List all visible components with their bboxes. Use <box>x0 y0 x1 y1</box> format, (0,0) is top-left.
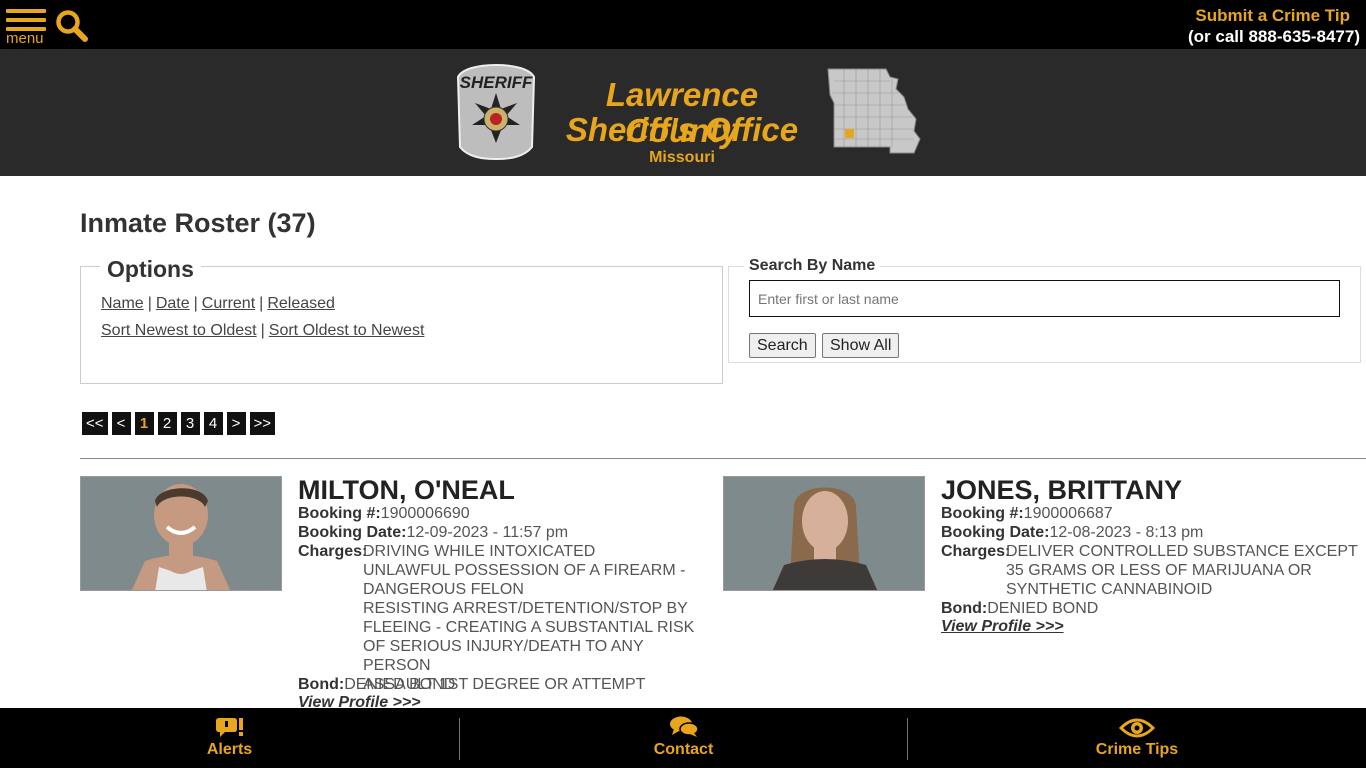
show-all-button[interactable]: Show All <box>822 333 900 358</box>
charges-list: DELIVER CONTROLLED SUBSTANCE EXCEPT 35 G… <box>1006 542 1358 599</box>
pager-last[interactable]: >> <box>249 412 276 435</box>
site-state: Missouri <box>649 149 715 166</box>
bond-label: Bond: <box>941 600 988 617</box>
booking-date-label: Booking Date: <box>298 524 407 541</box>
booking-date: Booking Date:12-08-2023 - 8:13 pm <box>941 523 1203 542</box>
divider <box>80 458 1366 459</box>
charge-item: DRIVING WHILE INTOXICATED <box>363 543 596 560</box>
bond-label: Bond: <box>298 676 345 693</box>
sort-newest-link[interactable]: Sort Newest to Oldest <box>101 322 257 339</box>
search-button[interactable]: Search <box>749 333 816 358</box>
options-legend: Options <box>100 256 201 283</box>
search-legend: Search By Name <box>744 257 881 275</box>
menu-label: menu <box>6 30 44 47</box>
menu-button[interactable]: menu <box>6 9 48 49</box>
svg-text:SHERIFF: SHERIFF <box>460 73 533 92</box>
footer-alerts[interactable]: Alerts <box>0 708 459 768</box>
booking-date-value: 12-09-2023 - 11:57 pm <box>406 524 569 541</box>
bond-value: DENIED BOND <box>987 600 1099 617</box>
tip-phone-text: (or call 888-635-8477) <box>1188 27 1360 46</box>
sort-oldest-link[interactable]: Sort Oldest to Newest <box>269 322 425 339</box>
bond: Bond:DENIED BOND <box>941 599 1098 618</box>
booking-date: Booking Date:12-09-2023 - 11:57 pm <box>298 523 568 542</box>
pager-page-2[interactable]: 2 <box>157 412 177 435</box>
view-profile-link[interactable]: View Profile >>> <box>941 618 1064 636</box>
sort-field-links: Name | Date | Current | Released <box>101 295 335 312</box>
footer-alerts-label: Alerts <box>206 741 253 758</box>
booking-number-label: Booking #: <box>298 505 381 522</box>
charge-item: RESISTING ARREST/DETENTION/STOP BY FLEEI… <box>363 600 695 674</box>
booking-number-value: 1900006687 <box>1023 505 1113 522</box>
name-search-input[interactable] <box>749 280 1340 317</box>
booking-date-value: 12-08-2023 - 8:13 pm <box>1049 524 1204 541</box>
booking-date-label: Booking Date: <box>941 524 1050 541</box>
charges-list: DRIVING WHILE INTOXICATED UNLAWFUL POSSE… <box>363 542 703 694</box>
pagination: << < 1 2 3 4 > >> <box>82 412 279 435</box>
pager-page-3[interactable]: 3 <box>180 412 200 435</box>
filter-current-link[interactable]: Current <box>202 295 255 312</box>
bond-value: DENIED BOND <box>344 676 456 693</box>
inmate-name: MILTON, O'NEAL <box>298 475 515 505</box>
sheriff-badge-logo[interactable]: SHERIFF <box>454 63 538 161</box>
charges-label: Charges: <box>941 543 1011 560</box>
pager-page-1[interactable]: 1 <box>134 412 154 435</box>
bond: Bond:DENIED BOND <box>298 675 455 694</box>
booking-number-value: 1900006690 <box>380 505 470 522</box>
footer-crime-tips-label: Crime Tips <box>1095 741 1179 758</box>
submit-crime-tip-link[interactable]: Submit a Crime Tip <box>1195 6 1350 26</box>
booking-number-label: Booking #: <box>941 505 1024 522</box>
footer-contact[interactable]: Contact <box>460 708 907 768</box>
search-icon[interactable] <box>55 9 89 43</box>
missouri-map-icon <box>824 67 922 155</box>
site-title-line2: Sheriff's Office <box>565 111 799 148</box>
hamburger-icon <box>6 9 48 31</box>
pager-first[interactable]: << <box>82 412 108 435</box>
top-bar: menu Submit a Crime Tip (or call 888-635… <box>0 0 1366 49</box>
page-title: Inmate Roster (37) <box>80 208 316 238</box>
booking-number: Booking #:1900006690 <box>298 504 470 523</box>
pager-prev[interactable]: < <box>111 412 131 435</box>
charge-item: UNLAWFUL POSSESSION OF A FIREARM - DANGE… <box>363 562 686 598</box>
site-header: SHERIFF Lawrence County Sheriff's Office… <box>0 49 1366 176</box>
footer-crime-tips[interactable]: Crime Tips <box>908 708 1366 768</box>
filter-released-link[interactable]: Released <box>267 295 335 312</box>
booking-number: Booking #:1900006687 <box>941 504 1113 523</box>
footer-nav: Alerts Contact Crime Tips <box>0 708 1366 768</box>
pager-page-4[interactable]: 4 <box>203 412 223 435</box>
inmate-name: JONES, BRITTANY <box>941 475 1183 505</box>
chat-bubbles-icon <box>669 716 699 743</box>
charges-label: Charges: <box>298 543 368 560</box>
footer-contact-label: Contact <box>653 741 714 758</box>
sort-by-date-link[interactable]: Date <box>156 295 190 312</box>
inmate-photo[interactable] <box>80 476 282 591</box>
sort-by-name-link[interactable]: Name <box>101 295 144 312</box>
sort-order-links: Sort Newest to Oldest | Sort Oldest to New… <box>101 322 425 339</box>
inmate-photo[interactable] <box>723 476 925 591</box>
charge-item: DELIVER CONTROLLED SUBSTANCE EXCEPT 35 G… <box>1006 543 1358 598</box>
pager-next[interactable]: > <box>226 412 246 435</box>
